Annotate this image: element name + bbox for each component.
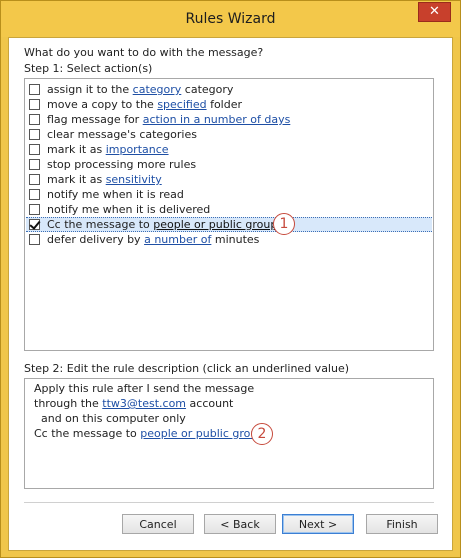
close-icon: ✕	[429, 4, 440, 19]
annotation-badge-2: 2	[251, 423, 273, 445]
action-text: Cc the message to	[47, 218, 154, 231]
action-text-suffix: category	[181, 83, 234, 96]
action-item-mark-importance[interactable]: mark it as importance	[26, 142, 432, 157]
step2-heading: Step 2: Edit the rule description (click…	[24, 362, 350, 375]
people-or-public-group-link[interactable]: people or public group	[140, 427, 264, 440]
action-checkbox[interactable]	[29, 114, 40, 125]
rules-wizard-window: Rules Wizard ✕ What do you want to do wi…	[0, 0, 461, 558]
description-line-2: through the ttw3@test.com account	[34, 397, 233, 410]
close-button[interactable]: ✕	[418, 2, 451, 22]
action-link-category[interactable]: category	[133, 83, 182, 96]
action-item-clear-categories[interactable]: clear message's categories	[26, 127, 432, 142]
actions-list[interactable]: assign it to the category category move …	[24, 78, 434, 351]
action-item-move-copy[interactable]: move a copy to the specified folder	[26, 97, 432, 112]
action-text-suffix: folder	[206, 98, 243, 111]
title-bar[interactable]: Rules Wizard ✕	[1, 1, 460, 37]
action-link-specified[interactable]: specified	[157, 98, 206, 111]
action-text: mark it as	[47, 173, 106, 186]
action-text-suffix: minutes	[211, 233, 260, 246]
action-checkbox[interactable]	[29, 189, 40, 200]
question-heading: What do you want to do with the message?	[24, 46, 264, 59]
action-text: assign it to the	[47, 83, 133, 96]
description-text: Cc the message to	[34, 427, 141, 440]
action-link-people-or-public-group[interactable]: people or public group	[153, 218, 277, 231]
action-item-stop-processing[interactable]: stop processing more rules	[26, 157, 432, 172]
action-link-sensitivity[interactable]: sensitivity	[106, 173, 162, 186]
finish-button[interactable]: Finish	[366, 514, 438, 534]
action-item-notify-delivered[interactable]: notify me when it is delivered	[26, 202, 432, 217]
action-item-mark-sensitivity[interactable]: mark it as sensitivity	[26, 172, 432, 187]
action-link-number-of-days[interactable]: action in a number of days	[143, 113, 291, 126]
action-checkbox[interactable]	[29, 84, 40, 95]
back-button[interactable]: < Back	[204, 514, 276, 534]
cancel-button[interactable]: Cancel	[122, 514, 194, 534]
step1-heading: Step 1: Select action(s)	[24, 62, 153, 75]
action-text: notify me when it is read	[47, 188, 184, 201]
next-button[interactable]: Next >	[282, 514, 354, 534]
action-text: clear message's categories	[47, 128, 197, 141]
action-text: notify me when it is delivered	[47, 203, 211, 216]
action-item-defer-delivery[interactable]: defer delivery by a number of minutes	[26, 232, 432, 247]
action-checkbox[interactable]	[29, 99, 40, 110]
action-text: stop processing more rules	[47, 158, 197, 171]
action-link-a-number-of[interactable]: a number of	[144, 233, 211, 246]
description-line-4: Cc the message to people or public group	[34, 427, 264, 440]
action-checkbox[interactable]	[29, 144, 40, 155]
action-checkbox[interactable]	[29, 159, 40, 170]
action-item-notify-read[interactable]: notify me when it is read	[26, 187, 432, 202]
account-link[interactable]: ttw3@test.com	[102, 397, 186, 410]
wizard-body: What do you want to do with the message?…	[8, 37, 453, 551]
description-text: account	[186, 397, 234, 410]
rule-description-box: Apply this rule after I send the message…	[24, 378, 434, 489]
action-checkbox[interactable]	[29, 234, 40, 245]
action-checkbox[interactable]	[29, 204, 40, 215]
action-link-importance[interactable]: importance	[106, 143, 169, 156]
action-text: mark it as	[47, 143, 106, 156]
description-line-3: and on this computer only	[34, 412, 186, 425]
action-item-cc-message[interactable]: Cc the message to people or public group	[26, 217, 432, 232]
action-text: flag message for	[47, 113, 143, 126]
annotation-badge-1: 1	[273, 213, 295, 235]
action-item-assign-category[interactable]: assign it to the category category	[26, 82, 432, 97]
button-separator	[24, 502, 434, 503]
description-line-1: Apply this rule after I send the message	[34, 382, 255, 395]
description-text: through the	[34, 397, 103, 410]
action-checkbox[interactable]	[29, 174, 40, 185]
action-checkbox-checked[interactable]	[29, 219, 40, 230]
action-item-flag-message[interactable]: flag message for action in a number of d…	[26, 112, 432, 127]
action-text: defer delivery by	[47, 233, 145, 246]
window-title: Rules Wizard	[185, 11, 276, 27]
action-checkbox[interactable]	[29, 129, 40, 140]
action-text: move a copy to the	[47, 98, 158, 111]
